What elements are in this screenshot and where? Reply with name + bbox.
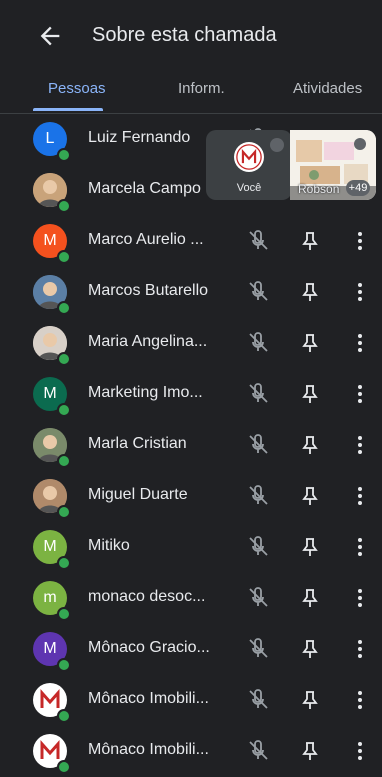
- more-participants-badge[interactable]: +49: [346, 180, 370, 196]
- more-options-icon[interactable]: [348, 484, 372, 508]
- pin-icon[interactable]: [298, 586, 322, 610]
- pin-icon[interactable]: [298, 331, 322, 355]
- self-view-tile[interactable]: Você: [206, 130, 292, 200]
- mic-off-icon: [246, 382, 270, 406]
- pin-icon[interactable]: [298, 688, 322, 712]
- mic-off-icon: [246, 331, 270, 355]
- online-status-dot: [57, 658, 71, 672]
- active-tab-indicator: [33, 108, 103, 111]
- pin-icon[interactable]: [298, 433, 322, 457]
- online-status-dot: [57, 505, 71, 519]
- avatar-initial: m: [43, 589, 57, 606]
- more-options-icon[interactable]: [348, 433, 372, 457]
- mic-off-icon: [246, 484, 270, 508]
- pin-icon[interactable]: [298, 637, 322, 661]
- avatar-initial: M: [43, 385, 57, 402]
- participant-name: Marcos Butarello: [88, 282, 209, 299]
- tab-info[interactable]: Inform.: [178, 80, 225, 97]
- online-status-dot: [57, 556, 71, 570]
- mic-off-icon: [246, 535, 270, 559]
- participant-row[interactable]: Mônaco Imobili...: [0, 726, 382, 777]
- pin-icon[interactable]: [298, 382, 322, 406]
- page-title: Sobre esta chamada: [92, 24, 277, 46]
- mic-off-icon: [246, 739, 270, 763]
- avatar-initial: M: [43, 538, 57, 555]
- avatar-initial: M: [43, 640, 57, 657]
- participant-name: Mitiko: [88, 537, 130, 554]
- participant-name: Maria Angelina...: [88, 333, 208, 350]
- online-status-dot: [57, 301, 71, 315]
- mic-off-icon: [246, 229, 270, 253]
- participant-name: Marco Aurelio ...: [88, 231, 204, 248]
- mic-off-icon: [246, 637, 270, 661]
- back-arrow-icon[interactable]: [36, 22, 64, 50]
- pin-icon[interactable]: [298, 484, 322, 508]
- participant-row[interactable]: M Mônaco Gracio...: [0, 624, 382, 675]
- more-options-icon[interactable]: [348, 280, 372, 304]
- participant-name: monaco desoc...: [88, 588, 206, 605]
- participant-row[interactable]: M Marco Aurelio ...: [0, 216, 382, 267]
- participant-name: Mônaco Imobili...: [88, 741, 209, 758]
- participant-row[interactable]: M Mitiko: [0, 522, 382, 573]
- pin-icon[interactable]: [298, 739, 322, 763]
- presenter-name: Robson: [298, 182, 340, 196]
- avatar-initial: M: [43, 232, 57, 249]
- more-options-icon[interactable]: [348, 229, 372, 253]
- participant-row[interactable]: Marla Cristian: [0, 420, 382, 471]
- participant-row[interactable]: m monaco desoc...: [0, 573, 382, 624]
- participant-name: Mônaco Gracio...: [88, 639, 210, 656]
- more-options-icon[interactable]: [348, 586, 372, 610]
- tab-activities[interactable]: Atividades: [293, 80, 362, 97]
- mic-off-icon: [246, 433, 270, 457]
- more-options-icon[interactable]: [348, 739, 372, 763]
- more-options-icon[interactable]: [348, 637, 372, 661]
- avatar-initial: L: [45, 130, 55, 147]
- participant-row[interactable]: Miguel Duarte: [0, 471, 382, 522]
- participant-name: Miguel Duarte: [88, 486, 188, 503]
- participant-name: Marla Cristian: [88, 435, 187, 452]
- participant-row[interactable]: Marcos Butarello: [0, 267, 382, 318]
- online-status-dot: [57, 352, 71, 366]
- online-status-dot: [57, 709, 71, 723]
- online-status-dot: [57, 454, 71, 468]
- mic-off-icon: [246, 688, 270, 712]
- online-status-dot: [57, 403, 71, 417]
- more-options-icon[interactable]: [348, 688, 372, 712]
- mic-off-icon: [246, 586, 270, 610]
- company-logo: [234, 142, 264, 172]
- mic-off-icon: [246, 280, 270, 304]
- tab-bar: Pessoas Inform. Atividades: [0, 70, 382, 114]
- online-status-dot: [57, 148, 71, 162]
- participant-name: Marketing Imo...: [88, 384, 203, 401]
- online-status-dot: [57, 607, 71, 621]
- more-options-icon[interactable]: [348, 535, 372, 559]
- participant-name: Mônaco Imobili...: [88, 690, 209, 707]
- app-header: Sobre esta chamada: [0, 0, 382, 70]
- participant-row[interactable]: Maria Angelina...: [0, 318, 382, 369]
- screen-share-tile[interactable]: Robson +49: [290, 130, 376, 200]
- pin-icon[interactable]: [298, 535, 322, 559]
- muted-icon: [354, 138, 366, 150]
- online-status-dot: [57, 250, 71, 264]
- participant-row[interactable]: Mônaco Imobili...: [0, 675, 382, 726]
- pin-icon[interactable]: [298, 229, 322, 253]
- more-options-icon[interactable]: [348, 331, 372, 355]
- muted-icon: [270, 138, 284, 152]
- participant-row[interactable]: M Marketing Imo...: [0, 369, 382, 420]
- pin-icon[interactable]: [298, 280, 322, 304]
- self-label: Você: [236, 182, 262, 194]
- tab-people[interactable]: Pessoas: [48, 80, 106, 97]
- participant-name: Marcela Campo: [88, 180, 201, 197]
- online-status-dot: [57, 199, 71, 213]
- participant-name: Luiz Fernando: [88, 129, 191, 146]
- more-options-icon[interactable]: [348, 382, 372, 406]
